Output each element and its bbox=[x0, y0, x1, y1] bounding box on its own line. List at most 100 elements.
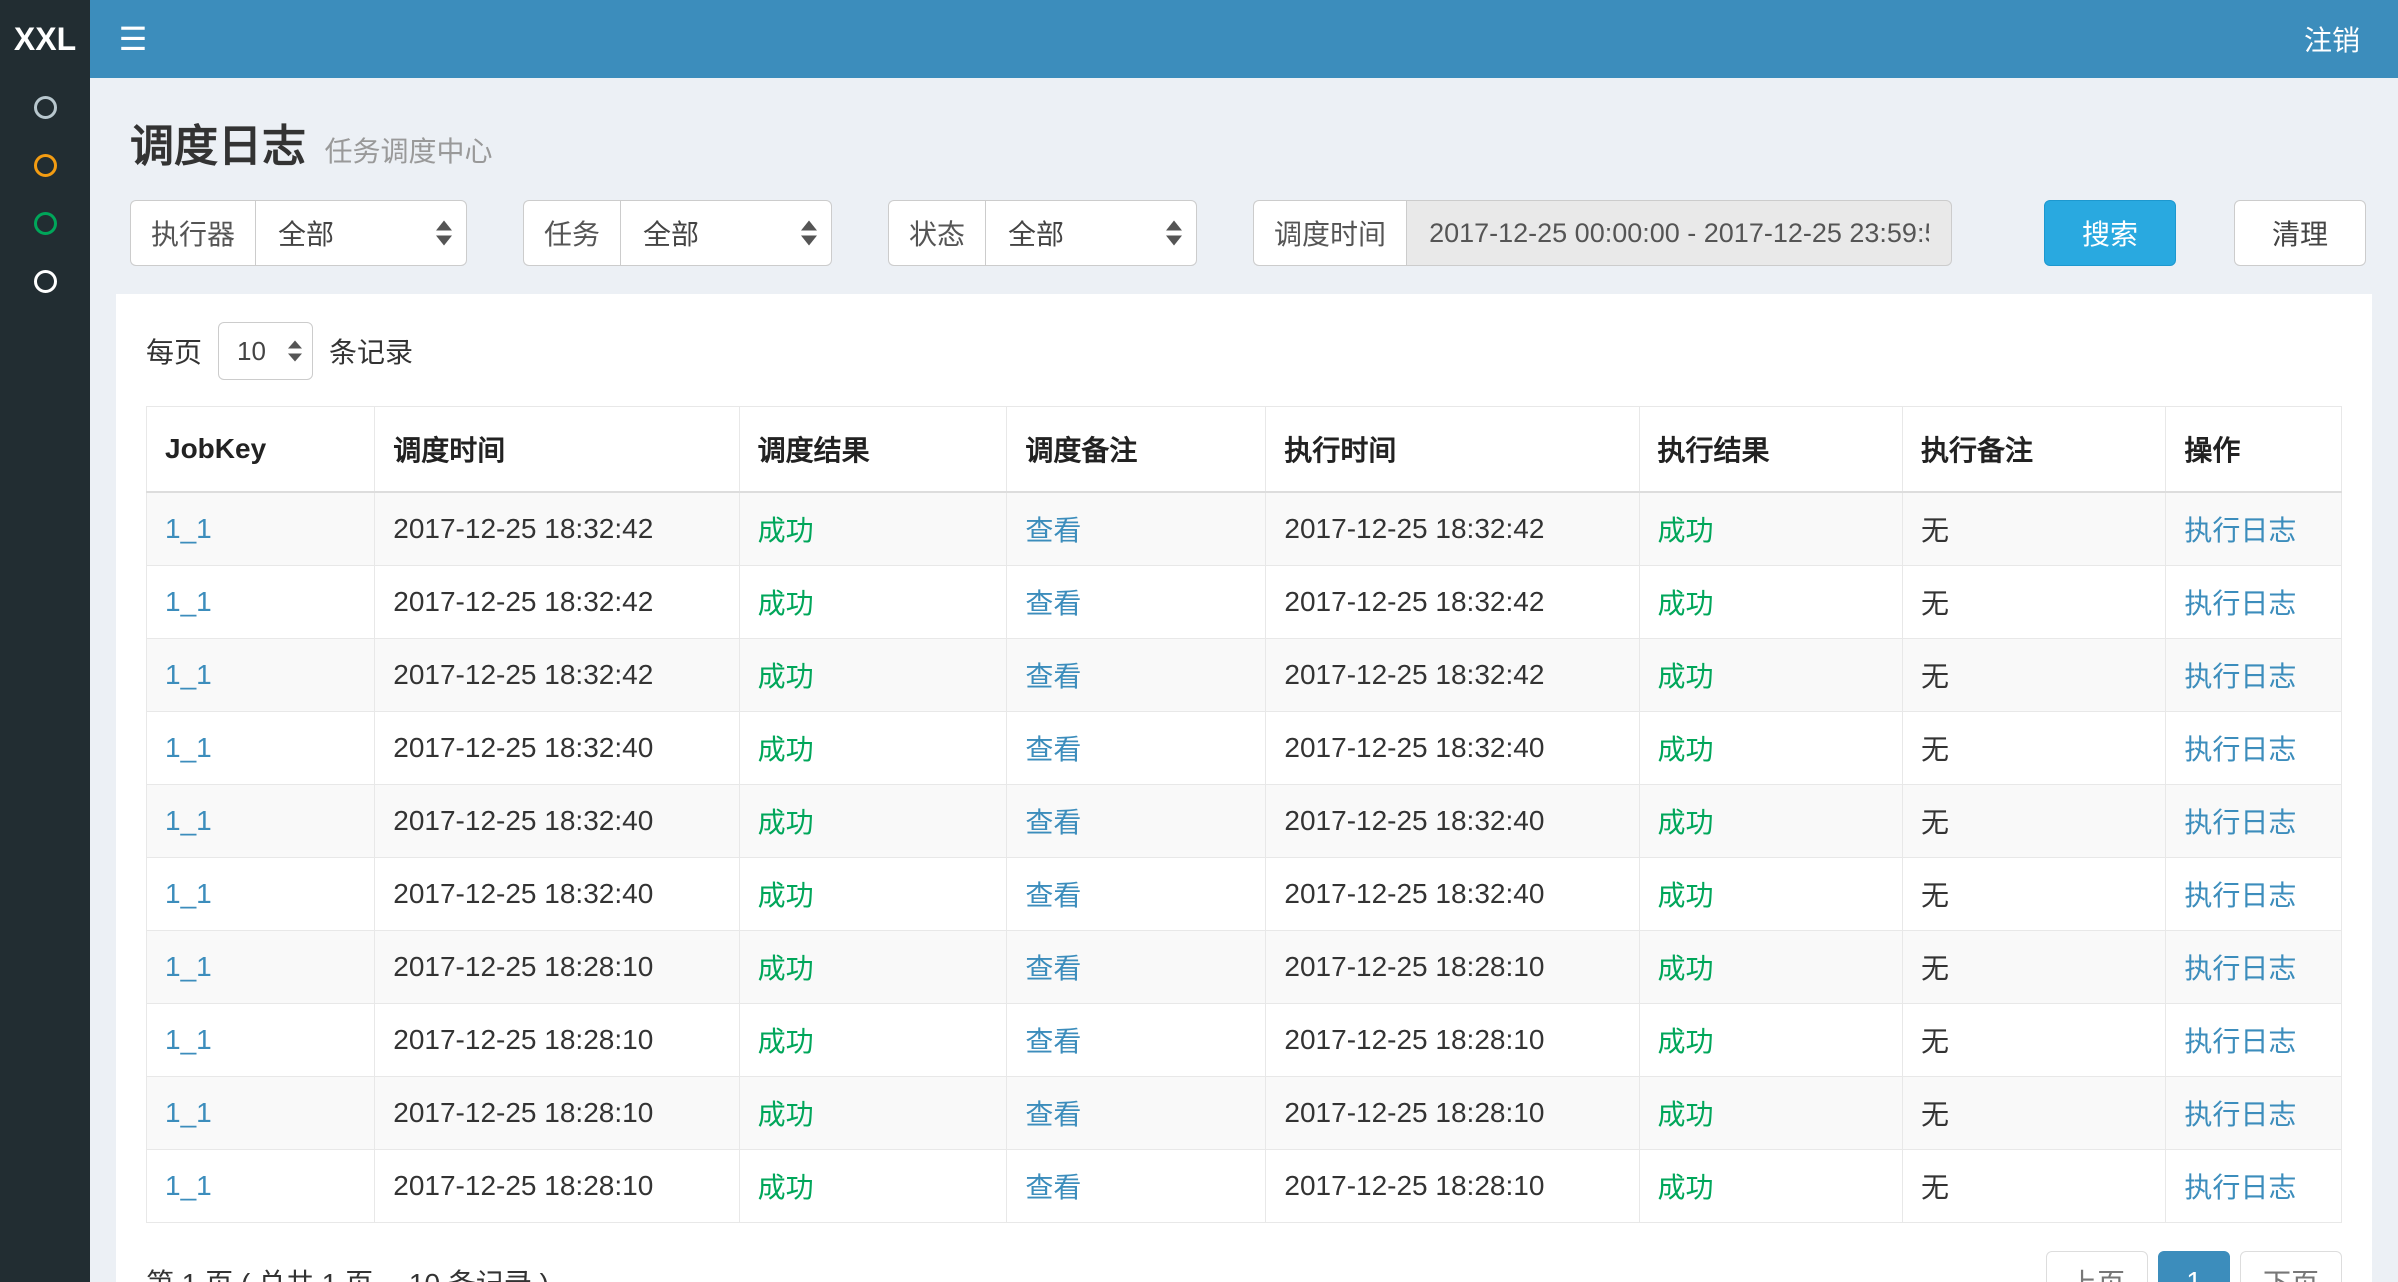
time-filter-group: 调度时间 bbox=[1253, 200, 1952, 266]
next-page-button[interactable]: 下页 bbox=[2240, 1251, 2342, 1282]
handle-time-cell: 2017-12-25 18:28:10 bbox=[1266, 931, 1639, 1004]
page-size-value: 10 bbox=[237, 336, 266, 367]
col-header-handle-result: 执行结果 bbox=[1639, 407, 1902, 493]
view-trigger-msg-link[interactable]: 查看 bbox=[1025, 515, 1081, 546]
jobkey-link[interactable]: 1_1 bbox=[165, 805, 212, 836]
jobkey-link[interactable]: 1_1 bbox=[165, 732, 212, 763]
select-stepper-icon bbox=[436, 221, 452, 246]
exec-log-link[interactable]: 执行日志 bbox=[2184, 1172, 2296, 1203]
sidebar-item-2[interactable] bbox=[0, 136, 90, 194]
logout-link[interactable]: 注销 bbox=[2266, 0, 2398, 78]
jobkey-link[interactable]: 1_1 bbox=[165, 513, 212, 544]
job-select[interactable]: 全部 bbox=[620, 200, 832, 266]
trigger-result-text: 成功 bbox=[758, 661, 814, 692]
page-subtitle: 任务调度中心 bbox=[324, 136, 492, 167]
trigger-result-text: 成功 bbox=[758, 515, 814, 546]
col-header-trigger-time: 调度时间 bbox=[375, 407, 739, 493]
status-filter-label: 状态 bbox=[888, 200, 985, 266]
jobkey-link[interactable]: 1_1 bbox=[165, 659, 212, 690]
exec-log-link[interactable]: 执行日志 bbox=[2184, 807, 2296, 838]
page-size-select[interactable]: 10 bbox=[218, 322, 313, 380]
handle-time-cell: 2017-12-25 18:32:42 bbox=[1266, 566, 1639, 639]
job-select-value: 全部 bbox=[643, 213, 699, 253]
trigger-result-text: 成功 bbox=[758, 734, 814, 765]
handle-msg-cell: 无 bbox=[1902, 566, 2165, 639]
hamburger-icon: ☰ bbox=[119, 20, 148, 58]
view-trigger-msg-link[interactable]: 查看 bbox=[1025, 734, 1081, 765]
view-trigger-msg-link[interactable]: 查看 bbox=[1025, 1172, 1081, 1203]
handle-result-text: 成功 bbox=[1658, 588, 1714, 619]
view-trigger-msg-link[interactable]: 查看 bbox=[1025, 953, 1081, 984]
table-row: 1_1 2017-12-25 18:28:10 成功 查看 2017-12-25… bbox=[147, 1004, 2342, 1077]
trigger-result-text: 成功 bbox=[758, 588, 814, 619]
exec-log-link[interactable]: 执行日志 bbox=[2184, 880, 2296, 911]
table-row: 1_1 2017-12-25 18:32:40 成功 查看 2017-12-25… bbox=[147, 858, 2342, 931]
table-header-row: JobKey 调度时间 调度结果 调度备注 执行时间 执行结果 执行备注 操作 bbox=[147, 407, 2342, 493]
page-size-prefix: 每页 bbox=[146, 331, 202, 371]
status-select[interactable]: 全部 bbox=[985, 200, 1197, 266]
prev-page-button[interactable]: 上页 bbox=[2046, 1251, 2148, 1282]
select-stepper-icon bbox=[801, 221, 817, 246]
exec-log-link[interactable]: 执行日志 bbox=[2184, 953, 2296, 984]
jobkey-link[interactable]: 1_1 bbox=[165, 951, 212, 982]
current-page-button[interactable]: 1 bbox=[2158, 1251, 2230, 1282]
clear-button[interactable]: 清理 bbox=[2234, 200, 2366, 266]
jobkey-link[interactable]: 1_1 bbox=[165, 878, 212, 909]
job-filter-group: 任务 全部 bbox=[523, 200, 832, 266]
sidebar-item-1[interactable] bbox=[0, 78, 90, 136]
app-logo[interactable]: XXL bbox=[0, 0, 90, 78]
handle-result-text: 成功 bbox=[1658, 1026, 1714, 1057]
view-trigger-msg-link[interactable]: 查看 bbox=[1025, 880, 1081, 911]
trigger-result-text: 成功 bbox=[758, 807, 814, 838]
jobkey-link[interactable]: 1_1 bbox=[165, 1170, 212, 1201]
trigger-time-cell: 2017-12-25 18:32:42 bbox=[375, 492, 739, 566]
view-trigger-msg-link[interactable]: 查看 bbox=[1025, 1026, 1081, 1057]
executor-filter-group: 执行器 全部 bbox=[130, 200, 467, 266]
main-content: 调度日志 任务调度中心 执行器 全部 任务 全部 状态 全部 调度 bbox=[90, 0, 2398, 1282]
handle-msg-cell: 无 bbox=[1902, 639, 2165, 712]
table-row: 1_1 2017-12-25 18:32:40 成功 查看 2017-12-25… bbox=[147, 785, 2342, 858]
page-size-row: 每页 10 条记录 bbox=[146, 322, 2342, 380]
exec-log-link[interactable]: 执行日志 bbox=[2184, 588, 2296, 619]
exec-log-link[interactable]: 执行日志 bbox=[2184, 515, 2296, 546]
trigger-result-text: 成功 bbox=[758, 1172, 814, 1203]
handle-time-cell: 2017-12-25 18:32:42 bbox=[1266, 639, 1639, 712]
log-table-panel: 每页 10 条记录 JobKey 调度时间 调度结果 调度备注 执行时间 执行结… bbox=[116, 294, 2372, 1282]
jobkey-link[interactable]: 1_1 bbox=[165, 1097, 212, 1128]
sidebar-toggle-button[interactable]: ☰ bbox=[90, 0, 176, 78]
select-stepper-icon bbox=[288, 341, 302, 362]
time-range-input[interactable] bbox=[1406, 200, 1952, 266]
col-header-trigger-result: 调度结果 bbox=[739, 407, 1007, 493]
search-button[interactable]: 搜索 bbox=[2044, 200, 2176, 266]
handle-result-text: 成功 bbox=[1658, 734, 1714, 765]
col-header-trigger-msg: 调度备注 bbox=[1007, 407, 1266, 493]
col-header-handle-time: 执行时间 bbox=[1266, 407, 1639, 493]
executor-select[interactable]: 全部 bbox=[255, 200, 467, 266]
col-header-handle-msg: 执行备注 bbox=[1902, 407, 2165, 493]
top-navbar: XXL ☰ 注销 bbox=[0, 0, 2398, 78]
jobkey-link[interactable]: 1_1 bbox=[165, 586, 212, 617]
sidebar-item-3[interactable] bbox=[0, 194, 90, 252]
jobkey-link[interactable]: 1_1 bbox=[165, 1024, 212, 1055]
view-trigger-msg-link[interactable]: 查看 bbox=[1025, 1099, 1081, 1130]
trigger-time-cell: 2017-12-25 18:28:10 bbox=[375, 1150, 739, 1223]
trigger-time-cell: 2017-12-25 18:28:10 bbox=[375, 1004, 739, 1077]
table-row: 1_1 2017-12-25 18:32:42 成功 查看 2017-12-25… bbox=[147, 492, 2342, 566]
handle-msg-cell: 无 bbox=[1902, 1077, 2165, 1150]
circle-outline-icon bbox=[34, 96, 57, 119]
exec-log-link[interactable]: 执行日志 bbox=[2184, 661, 2296, 692]
handle-msg-cell: 无 bbox=[1902, 858, 2165, 931]
view-trigger-msg-link[interactable]: 查看 bbox=[1025, 588, 1081, 619]
table-row: 1_1 2017-12-25 18:28:10 成功 查看 2017-12-25… bbox=[147, 931, 2342, 1004]
pagination-summary: 第 1 页 ( 总共 1 页， 10 条记录 ) bbox=[146, 1262, 549, 1282]
sidebar-item-4[interactable] bbox=[0, 252, 90, 310]
view-trigger-msg-link[interactable]: 查看 bbox=[1025, 807, 1081, 838]
trigger-time-cell: 2017-12-25 18:28:10 bbox=[375, 931, 739, 1004]
dispatch-log-table: JobKey 调度时间 调度结果 调度备注 执行时间 执行结果 执行备注 操作 … bbox=[146, 406, 2342, 1223]
exec-log-link[interactable]: 执行日志 bbox=[2184, 734, 2296, 765]
handle-result-text: 成功 bbox=[1658, 661, 1714, 692]
trigger-time-cell: 2017-12-25 18:32:40 bbox=[375, 858, 739, 931]
exec-log-link[interactable]: 执行日志 bbox=[2184, 1026, 2296, 1057]
view-trigger-msg-link[interactable]: 查看 bbox=[1025, 661, 1081, 692]
exec-log-link[interactable]: 执行日志 bbox=[2184, 1099, 2296, 1130]
